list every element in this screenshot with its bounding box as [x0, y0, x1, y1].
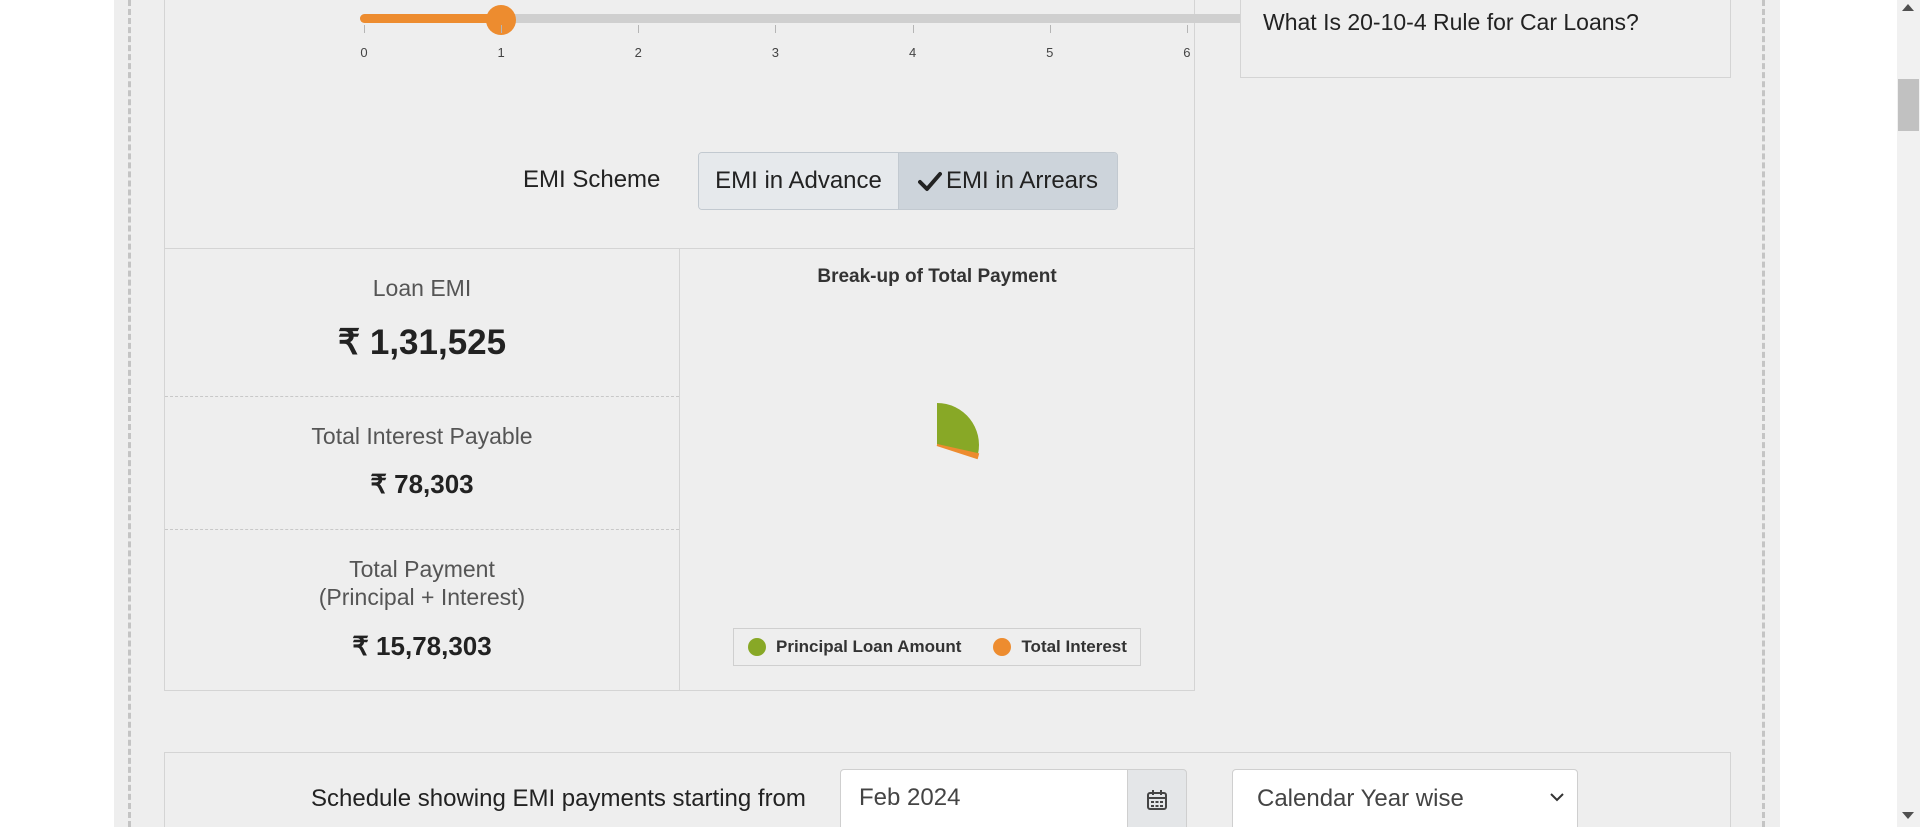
slider-tick	[1186, 25, 1188, 33]
start-month-input[interactable]: Feb 2024	[840, 769, 1128, 827]
calendar-icon	[1147, 790, 1167, 810]
chart-title: Break-up of Total Payment	[817, 266, 1057, 287]
legend-item-principal[interactable]: Principal Loan Amount	[748, 637, 961, 657]
slider-tick	[1049, 25, 1051, 33]
schedule-view-select[interactable]: Calendar Year wise	[1232, 769, 1578, 827]
calendar-button[interactable]	[1127, 769, 1187, 827]
slider-tick	[364, 25, 365, 33]
slider-tick-label: 3	[771, 45, 780, 60]
article-link-20-10-4-rule[interactable]: What Is 20-10-4 Rule for Car Loans?	[1263, 9, 1639, 36]
slider-tick	[638, 25, 640, 33]
row-divider	[165, 529, 679, 530]
slider-tick-label: 0	[360, 45, 368, 60]
dashed-border-left	[128, 0, 131, 827]
sidebar-article-box: What Is 20-10-4 Rule for Car Loans?	[1240, 0, 1731, 78]
row-divider	[165, 396, 679, 397]
schedule-panel: Schedule showing EMI payments starting f…	[164, 752, 1731, 827]
slider-tick	[501, 25, 503, 33]
loan-emi-value: ₹ 1,31,525	[337, 323, 507, 362]
schedule-view-value: Calendar Year wise	[1257, 785, 1464, 812]
slider-tick-label: 2	[634, 45, 642, 60]
emi-calculator-panel: 01234567 EMI Scheme EMI in Advance EMI i…	[164, 0, 1328, 691]
slider-tick-label: 6	[1183, 45, 1191, 60]
scrollbar-thumb[interactable]	[1898, 79, 1919, 131]
break-up-pie-chart	[936, 403, 980, 460]
total-interest-label: Total Interest Payable	[311, 423, 533, 449]
legend-dot-principal	[748, 638, 766, 656]
total-payment-value: ₹ 15,78,303	[352, 631, 492, 661]
slider-tick-label: 4	[908, 45, 917, 60]
chevron-down-icon	[1550, 793, 1564, 802]
dashed-border-right	[1762, 0, 1765, 827]
total-interest-value: ₹ 78,303	[370, 469, 474, 499]
emi-in-advance-label: EMI in Advance	[715, 167, 882, 194]
slider-tick	[775, 25, 777, 33]
emi-scheme-toggle: EMI in Advance EMI in Arrears	[698, 152, 1118, 210]
chart-legend: Principal Loan Amount Total Interest	[733, 628, 1141, 666]
legend-item-interest[interactable]: Total Interest	[993, 637, 1127, 657]
loan-emi-label: Loan EMI	[372, 275, 472, 301]
total-payment-label: Total Payment	[349, 556, 495, 582]
schedule-label: Schedule showing EMI payments starting f…	[311, 785, 806, 812]
scroll-down-arrow-icon[interactable]	[1902, 812, 1914, 819]
emi-scheme-label: EMI Scheme	[523, 166, 661, 193]
slider-tick	[912, 25, 914, 33]
legend-label-principal: Principal Loan Amount	[776, 637, 962, 656]
emi-in-arrears-label: EMI in Arrears	[945, 167, 1099, 194]
slider-tick-label: 5	[1046, 45, 1054, 60]
slider-tick-label: 1	[497, 45, 505, 60]
emi-in-arrears-button[interactable]: EMI in Arrears	[899, 153, 1117, 209]
slider-fill	[360, 14, 502, 23]
scroll-up-arrow-icon[interactable]	[1902, 4, 1914, 11]
legend-dot-interest	[993, 638, 1012, 656]
legend-label-interest: Total Interest	[1021, 637, 1127, 656]
total-payment-sublabel: (Principal + Interest)	[318, 584, 526, 610]
check-icon	[917, 172, 942, 191]
emi-in-advance-button[interactable]: EMI in Advance	[699, 153, 899, 209]
